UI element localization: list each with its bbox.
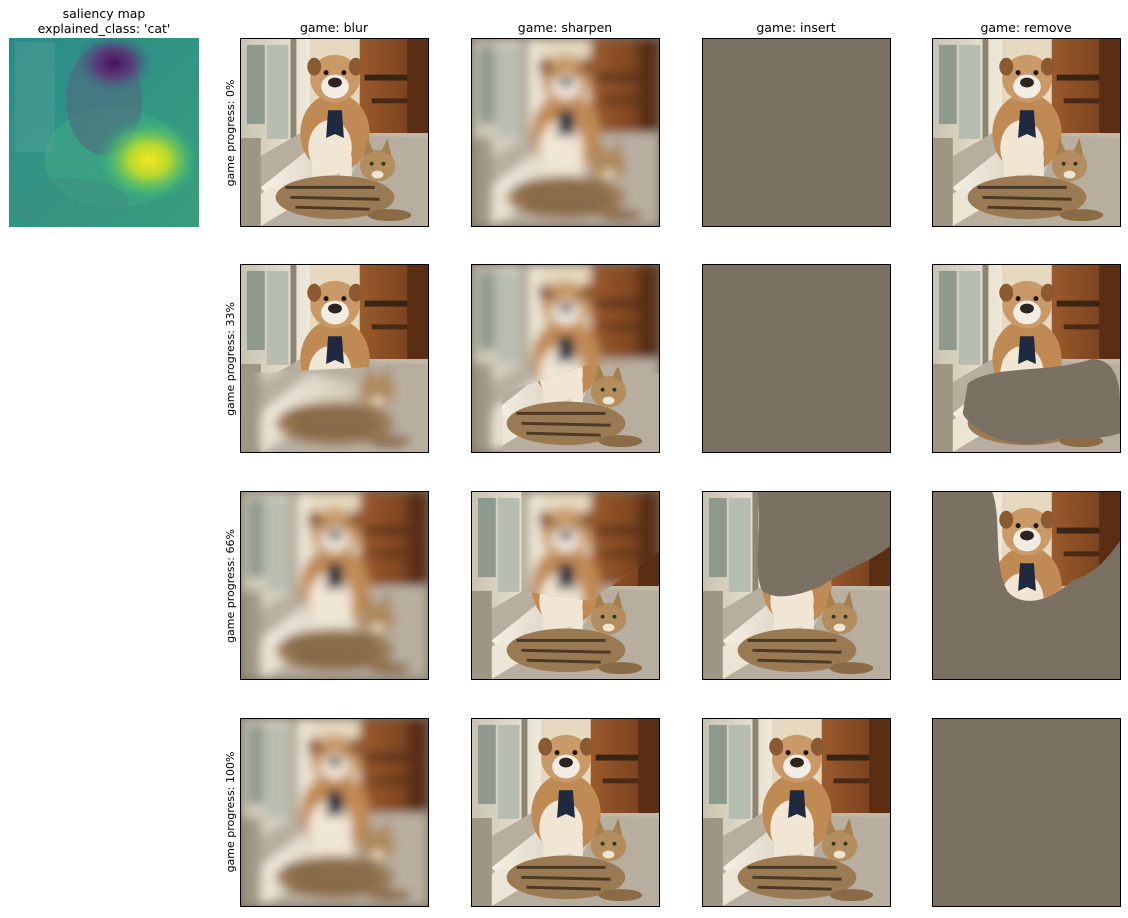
panel-sharpen-progress-66 <box>471 491 660 680</box>
panel-blur-progress-0 <box>240 38 429 227</box>
panel-image <box>241 719 428 906</box>
panel-image <box>241 39 428 226</box>
panel-image <box>241 492 428 679</box>
saliency-title-line-2: explained_class: 'cat' <box>37 21 171 36</box>
saliency-title-line-1: saliency map <box>62 6 146 21</box>
panel-insert-progress-100 <box>702 718 891 907</box>
panel-remove-progress-33 <box>932 264 1121 453</box>
panel-image <box>933 719 1120 906</box>
panel-remove-progress-0 <box>932 38 1121 227</box>
panel-image <box>933 265 1120 452</box>
panel-image <box>933 39 1120 226</box>
row-label-progress-66: game progress: 66% <box>224 529 237 643</box>
panel-insert-progress-0 <box>702 38 891 227</box>
panel-image <box>241 265 428 452</box>
row-label-progress-0: game progress: 0% <box>224 79 237 187</box>
row-label-progress-100: game progress: 100% <box>224 751 237 873</box>
panel-sharpen-progress-33 <box>471 264 660 453</box>
panel-insert-progress-33 <box>702 264 891 453</box>
column-title-insert: game: insert <box>756 20 836 35</box>
panel-image <box>703 492 890 679</box>
panel-image <box>703 265 890 452</box>
panel-image <box>472 39 659 226</box>
column-title-remove: game: remove <box>980 20 1072 35</box>
panel-image <box>703 719 890 906</box>
column-title-blur: game: blur <box>299 20 369 35</box>
panel-blur-progress-100 <box>240 718 429 907</box>
panel-image <box>472 719 659 906</box>
column-title-sharpen: game: sharpen <box>517 20 613 35</box>
panel-remove-progress-66 <box>932 491 1121 680</box>
panel-insert-progress-66 <box>702 491 891 680</box>
panel-blur-progress-33 <box>240 264 429 453</box>
saliency-map-title: saliency map explained_class: 'cat' <box>38 6 171 36</box>
panel-image <box>472 265 659 452</box>
panel-sharpen-progress-0 <box>471 38 660 227</box>
panel-image <box>933 492 1120 679</box>
saliency-map-image <box>9 38 199 227</box>
panel-sharpen-progress-100 <box>471 718 660 907</box>
panel-image <box>472 492 659 679</box>
row-label-progress-33: game progress: 33% <box>224 302 237 416</box>
panel-blur-progress-66 <box>240 491 429 680</box>
panel-remove-progress-100 <box>932 718 1121 907</box>
panel-image <box>703 39 890 226</box>
